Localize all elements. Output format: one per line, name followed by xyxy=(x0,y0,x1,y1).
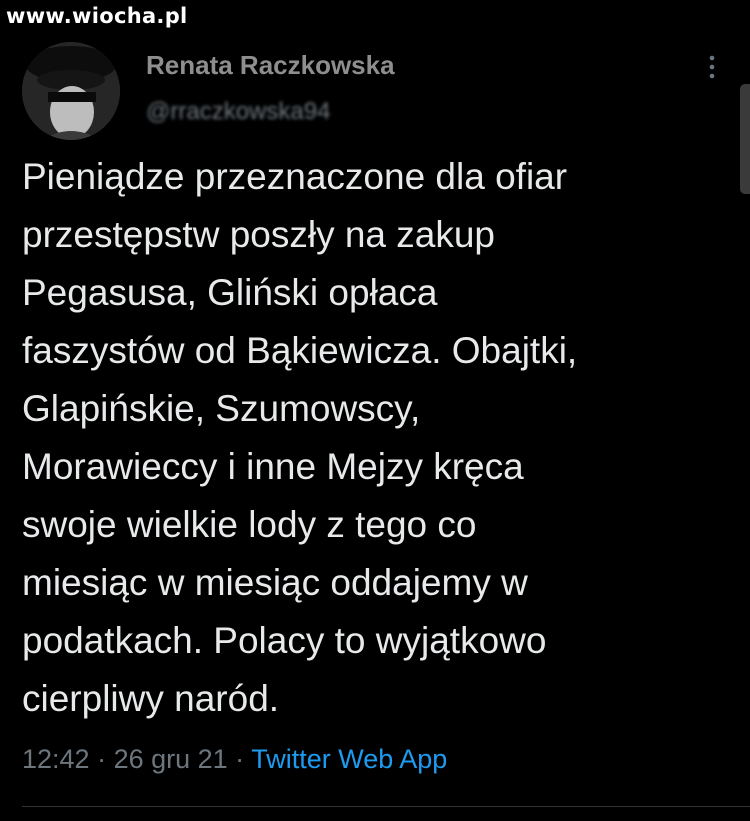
tweet-date[interactable]: 26 gru 21 xyxy=(114,744,228,774)
author-handle[interactable]: @rraczkowska94 xyxy=(146,98,330,126)
scrollbar[interactable] xyxy=(740,84,750,194)
meta-separator: · xyxy=(227,744,252,774)
avatar-image xyxy=(22,42,120,140)
tweet-source-link[interactable]: Twitter Web App xyxy=(251,744,447,774)
tweet-header: Renata Raczkowska @rraczkowska94 xyxy=(22,42,732,142)
meta-separator: · xyxy=(89,744,114,774)
divider xyxy=(22,806,750,807)
watermark: www.wiocha.pl xyxy=(6,4,188,28)
tweet-time[interactable]: 12:42 xyxy=(22,744,90,774)
author-name[interactable]: Renata Raczkowska xyxy=(146,50,395,81)
tweet-meta: 12:42 · 26 gru 21 · Twitter Web App xyxy=(22,744,447,775)
tweet-text: Pieniądze przeznaczone dla ofiar przestę… xyxy=(22,156,578,719)
avatar[interactable] xyxy=(22,42,120,140)
more-options-icon[interactable] xyxy=(702,52,722,82)
